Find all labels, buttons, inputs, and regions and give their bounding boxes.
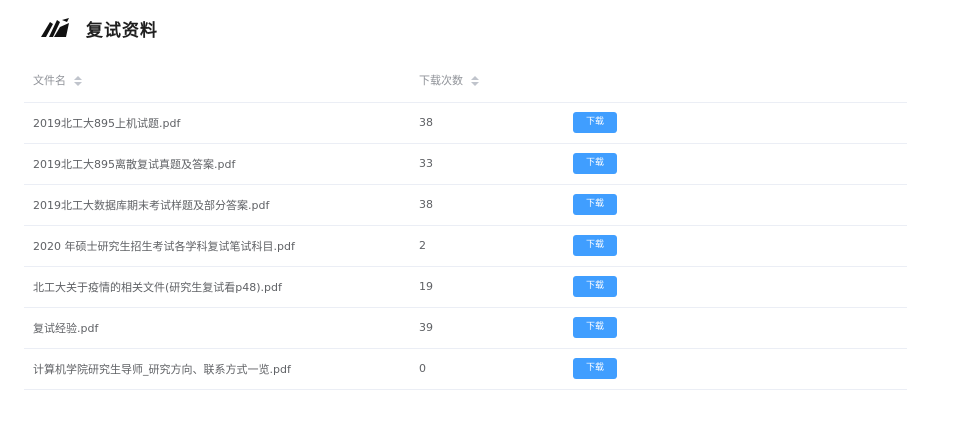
sort-caret-icon[interactable] (470, 75, 479, 86)
action-cell: 下载 (564, 266, 907, 308)
download-count-cell: 2 (410, 225, 564, 267)
page-title: 复试资料 (86, 20, 158, 41)
header: 复试资料 (40, 12, 158, 44)
column-header-action (564, 58, 907, 103)
download-button[interactable]: 下载 (573, 194, 617, 215)
action-cell: 下载 (564, 348, 907, 390)
download-count-cell: 38 (410, 102, 564, 144)
file-name-cell: 2019北工大数据库期末考试样题及部分答案.pdf (24, 184, 410, 226)
table-row: 2020 年硕士研究生招生考试各学科复试笔试科目.pdf 2 下载 (24, 225, 907, 267)
download-button[interactable]: 下载 (573, 153, 617, 174)
download-count-cell: 38 (410, 184, 564, 226)
table-row: 复试经验.pdf 39 下载 (24, 307, 907, 349)
column-header-count-label: 下载次数 (419, 73, 463, 87)
sort-caret-icon[interactable] (73, 75, 82, 86)
column-header-count[interactable]: 下载次数 (410, 58, 564, 103)
file-table: 文件名 下载次数 2019北工大895上机试题.pdf 38 下载 2019北工大89… (24, 58, 907, 390)
table-row: 北工大关于疫情的相关文件(研究生复试看p48).pdf 19 下载 (24, 266, 907, 308)
file-name-cell: 计算机学院研究生导师_研究方向、联系方式一览.pdf (24, 348, 410, 390)
file-name-cell: 北工大关于疫情的相关文件(研究生复试看p48).pdf (24, 266, 410, 308)
file-name-cell: 2019北工大895离散复试真题及答案.pdf (24, 143, 410, 185)
table-row: 计算机学院研究生导师_研究方向、联系方式一览.pdf 0 下载 (24, 348, 907, 390)
column-header-name-label: 文件名 (33, 73, 66, 87)
column-header-name[interactable]: 文件名 (24, 58, 410, 103)
download-count-cell: 19 (410, 266, 564, 308)
action-cell: 下载 (564, 184, 907, 226)
download-button[interactable]: 下载 (573, 276, 617, 297)
file-name-cell: 2020 年硕士研究生招生考试各学科复试笔试科目.pdf (24, 225, 410, 267)
file-name-cell: 2019北工大895上机试题.pdf (24, 102, 410, 144)
download-count-cell: 33 (410, 143, 564, 185)
table-row: 2019北工大数据库期末考试样题及部分答案.pdf 38 下载 (24, 184, 907, 226)
table-header-row: 文件名 下载次数 (24, 58, 907, 103)
table-body: 2019北工大895上机试题.pdf 38 下载 2019北工大895离散复试真题及答… (24, 102, 907, 390)
table-row: 2019北工大895上机试题.pdf 38 下载 (24, 102, 907, 144)
action-cell: 下载 (564, 225, 907, 267)
brand-logo-icon (41, 18, 69, 37)
action-cell: 下载 (564, 307, 907, 349)
download-count-cell: 39 (410, 307, 564, 349)
download-button[interactable]: 下载 (573, 358, 617, 379)
download-button[interactable]: 下载 (573, 317, 617, 338)
page: 复试资料 文件名 下载次数 2019北工大895上机试题.pdf 38 下载 2019… (0, 0, 960, 424)
file-name-cell: 复试经验.pdf (24, 307, 410, 349)
download-count-cell: 0 (410, 348, 564, 390)
table-row: 2019北工大895离散复试真题及答案.pdf 33 下载 (24, 143, 907, 185)
download-button[interactable]: 下载 (573, 112, 617, 133)
action-cell: 下载 (564, 102, 907, 144)
action-cell: 下载 (564, 143, 907, 185)
download-button[interactable]: 下载 (573, 235, 617, 256)
